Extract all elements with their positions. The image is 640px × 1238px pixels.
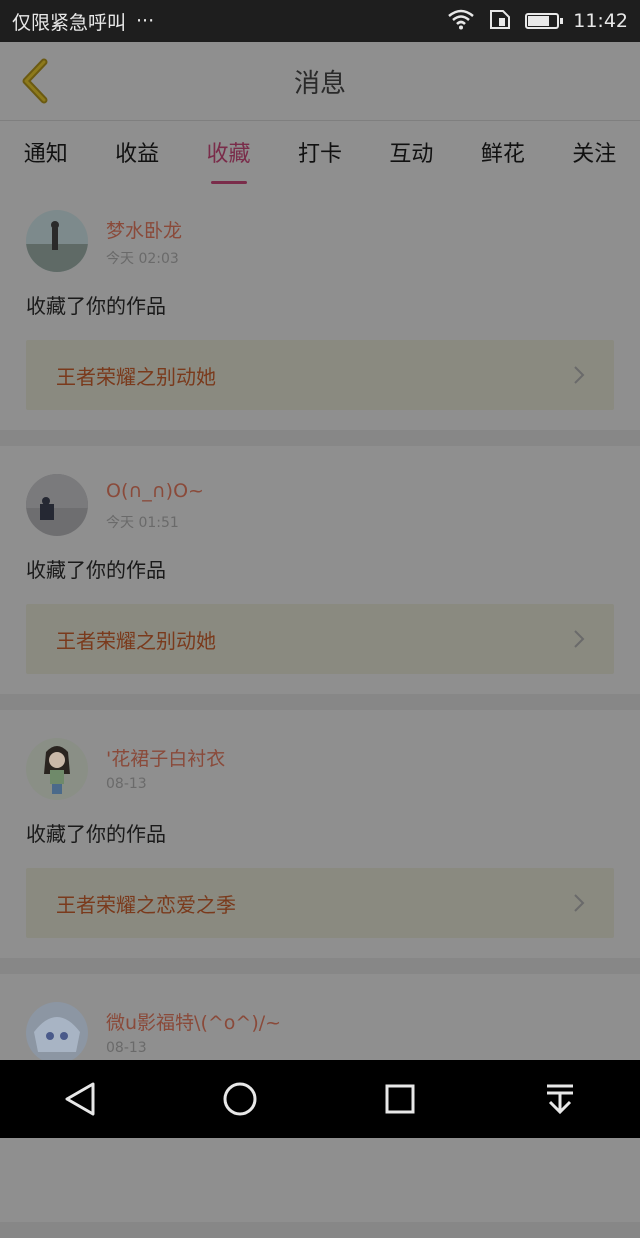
chevron-right-icon	[574, 366, 585, 384]
tab-follows[interactable]: 关注	[568, 130, 620, 174]
battery-level	[528, 16, 550, 26]
action-text: 收藏了你的作品	[26, 294, 166, 318]
tab-interactions[interactable]: 互动	[385, 130, 437, 174]
work-title: 王者荣耀之别动她	[56, 628, 216, 653]
work-link[interactable]: 王者荣耀之别动她	[26, 340, 614, 410]
tab-favorites[interactable]: 收藏	[203, 130, 255, 184]
message-item: '花裙子白衬衣 08-13 收藏了你的作品 王者荣耀之恋爱之季	[0, 710, 640, 974]
more-notifications-icon: ···	[136, 10, 155, 32]
recents-nav-button[interactable]	[370, 1069, 430, 1129]
work-link[interactable]: 王者荣耀之恋爱之季	[26, 868, 614, 938]
tab-bar: 通知 收益 收藏 打卡 互动 鲜花 关注	[0, 120, 640, 184]
username[interactable]: 梦水卧龙	[106, 216, 182, 243]
tab-earnings[interactable]: 收益	[111, 130, 163, 174]
square-recents-icon	[385, 1084, 415, 1114]
carrier-text: 仅限紧急呼叫	[12, 11, 127, 34]
timestamp: 今天 02:03	[106, 251, 179, 267]
chevron-right-icon	[574, 630, 585, 648]
tab-checkin[interactable]: 打卡	[294, 130, 346, 174]
work-link[interactable]: 王者荣耀之别动她	[26, 604, 614, 674]
system-nav-bar	[0, 1060, 640, 1138]
pull-down-icon	[547, 1084, 573, 1115]
tab-flowers[interactable]: 鲜花	[477, 130, 529, 174]
message-item: O(∩_∩)O~ 今天 01:51 收藏了你的作品 王者荣耀之别动她	[0, 446, 640, 710]
status-bar: 仅限紧急呼叫 ··· 11:42	[0, 0, 640, 42]
circle-home-icon	[223, 1082, 257, 1116]
page-title: 消息	[293, 68, 346, 99]
notification-shade-button[interactable]	[530, 1069, 590, 1129]
back-button[interactable]	[14, 58, 54, 104]
message-item: 梦水卧龙 今天 02:03 收藏了你的作品 王者荣耀之别动她	[0, 182, 640, 446]
clock: 11:42	[573, 10, 628, 32]
battery-icon	[525, 13, 564, 29]
timestamp: 08-13	[106, 1040, 147, 1056]
triangle-back-icon	[65, 1082, 95, 1116]
action-text: 收藏了你的作品	[26, 822, 166, 846]
wifi-icon	[447, 8, 475, 35]
tab-notifications[interactable]: 通知	[20, 130, 72, 174]
action-text: 收藏了你的作品	[26, 558, 166, 582]
username[interactable]: '花裙子白衬衣	[106, 744, 225, 771]
username[interactable]: O(∩_∩)O~	[106, 480, 204, 502]
chevron-right-icon	[574, 894, 585, 912]
sim-card-icon	[489, 8, 511, 35]
back-nav-button[interactable]	[50, 1069, 110, 1129]
avatar[interactable]	[26, 1002, 88, 1064]
home-nav-button[interactable]	[210, 1069, 270, 1129]
work-title: 王者荣耀之恋爱之季	[56, 892, 236, 917]
username[interactable]: 微u影福特\(^o^)/~	[106, 1008, 281, 1035]
chevron-left-icon	[22, 58, 48, 104]
timestamp: 08-13	[106, 776, 147, 792]
app-header: 消息	[0, 42, 640, 120]
timestamp: 今天 01:51	[106, 515, 179, 531]
work-title: 王者荣耀之别动她	[56, 364, 216, 389]
avatar[interactable]	[26, 210, 88, 272]
avatar[interactable]	[26, 738, 88, 800]
avatar[interactable]	[26, 474, 88, 536]
